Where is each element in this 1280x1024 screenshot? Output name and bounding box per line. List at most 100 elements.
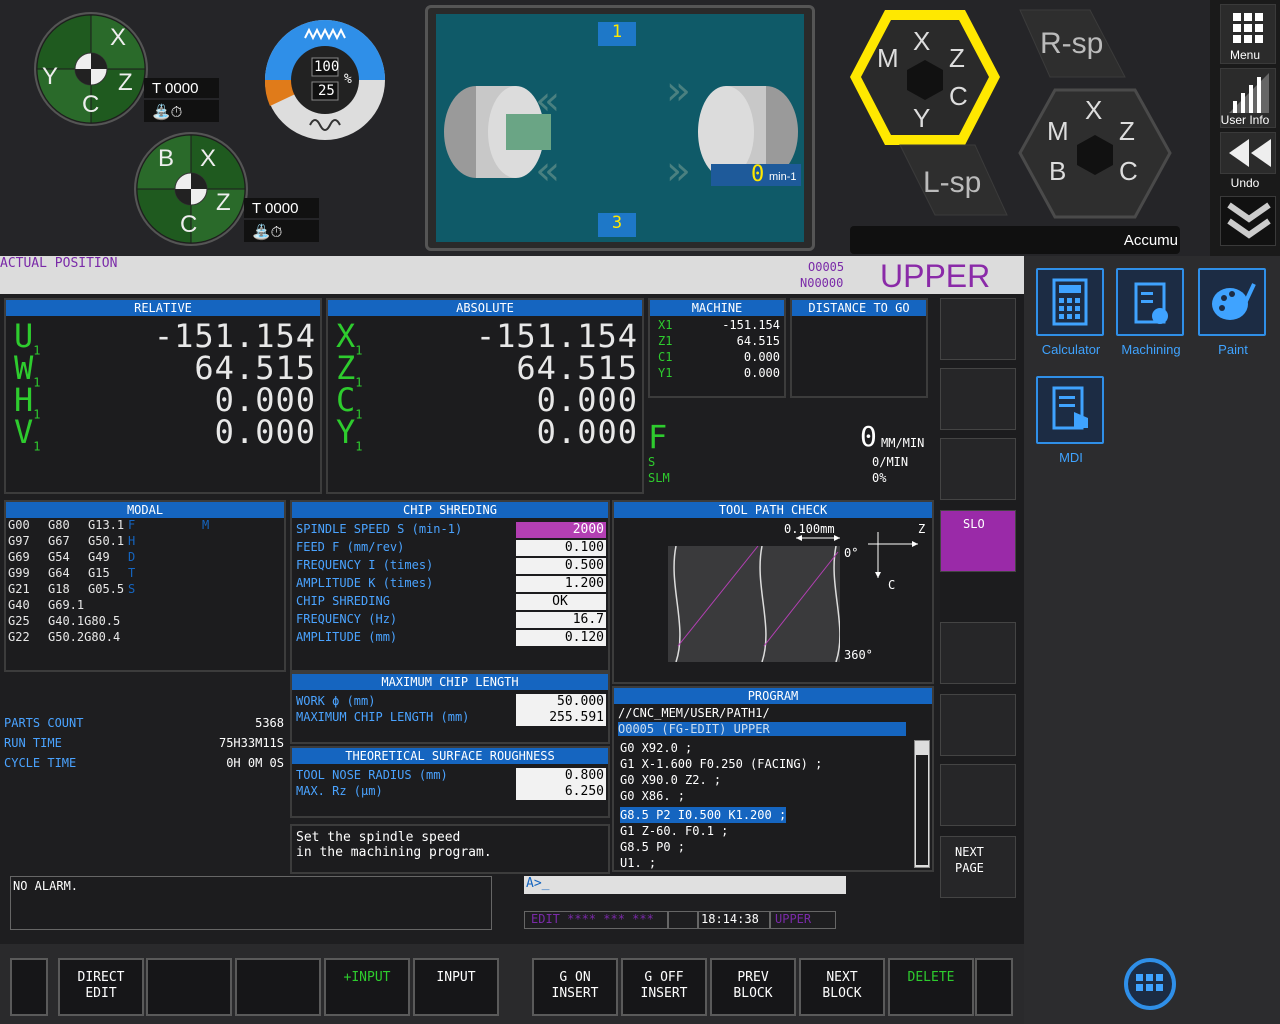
axis-ring-1[interactable]: X Y C Z — [34, 12, 224, 127]
param-row: FREQUENCY I (times) 0.500 — [292, 558, 608, 576]
program-selected-header[interactable]: O0005 (FG-EDIT) UPPER — [618, 722, 906, 736]
coolant-alarm-icon-1: ⛲⏱ — [152, 103, 183, 121]
param-field[interactable]: 0.120 — [516, 630, 606, 646]
position-row: U1 -151.154 — [14, 320, 316, 358]
tool-path-panel: TOOL PATH CHECK 0.100mm Z C 0° 360° — [612, 500, 934, 684]
right-toolbar: Menu User Info Undo — [1210, 0, 1280, 256]
hex-axis-selector-2[interactable]: X M Z B C — [1015, 85, 1175, 225]
param-label: MAXIMUM CHIP LENGTH (mm) — [296, 710, 470, 724]
edit-mode: EDIT **** *** *** — [524, 911, 668, 929]
app-grid-button[interactable] — [1124, 958, 1176, 1010]
paint-app[interactable]: Paint — [1198, 268, 1268, 357]
modal-code: G18 — [48, 582, 70, 596]
svg-text:C: C — [949, 81, 968, 111]
softkey-7[interactable]: G ON INSERT — [532, 958, 618, 1016]
machine-value: 0.000 — [743, 350, 780, 364]
param-field[interactable]: 50.000 — [516, 694, 606, 710]
param-field[interactable]: 6.250 — [516, 784, 606, 800]
side-softkey-6[interactable] — [940, 694, 1016, 756]
side-softkey-2[interactable] — [940, 368, 1016, 430]
modal-code: G05.5 — [88, 582, 125, 596]
param-field[interactable]: 16.7 — [516, 612, 606, 628]
scrollbar-track[interactable] — [916, 755, 928, 865]
position-row: C1 0.000 — [336, 384, 638, 422]
position-row: Y1 0.000 — [336, 416, 638, 454]
program-line[interactable]: G1 Z-60. F0.1 ; — [620, 823, 910, 839]
softkey-10[interactable]: NEXT BLOCK — [799, 958, 885, 1016]
path-name: UPPER — [880, 258, 991, 294]
slo-softkey[interactable]: SLO — [940, 510, 1016, 572]
param-label: CHIP SHREDING — [296, 594, 390, 608]
override-rapid-value: 25 — [318, 83, 335, 99]
softkey-3[interactable] — [146, 958, 232, 1016]
machine-value: 64.515 — [736, 334, 780, 348]
program-line[interactable]: G0 X90.0 Z2. ; — [620, 772, 910, 788]
hint-line-2: in the machining program. — [296, 845, 492, 860]
svg-text:X: X — [200, 145, 216, 172]
softkey-8[interactable]: G OFF INSERT — [621, 958, 707, 1016]
param-row: AMPLITUDE K (times) 1.200 — [292, 576, 608, 594]
key-input-buffer[interactable]: A>_ — [524, 876, 846, 894]
roughness-panel: THEORETICAL SURFACE ROUGHNESS TOOL NOSE … — [290, 746, 610, 818]
side-softkey-1[interactable] — [940, 298, 1016, 360]
palette-icon — [1212, 283, 1256, 320]
machine-row: X1 -151.154 — [658, 318, 780, 334]
softkey-11[interactable]: DELETE — [888, 958, 974, 1016]
next-page-softkey[interactable]: NEXT PAGE — [940, 836, 1016, 898]
softkey-4[interactable] — [235, 958, 321, 1016]
rsp-button[interactable]: R-sp — [1010, 5, 1130, 80]
param-field[interactable]: 255.591 — [516, 710, 606, 726]
axis-name: V1 — [14, 413, 41, 454]
turret-3-badge[interactable]: 3 — [598, 213, 636, 237]
svg-text:Y: Y — [913, 103, 930, 133]
modal-code: G69.1 — [48, 598, 85, 612]
hex-axis-selector-1[interactable]: X M Z Y C — [845, 5, 1005, 150]
param-field[interactable]: 2000 — [516, 522, 606, 538]
softkey-2[interactable]: DIRECT EDIT — [58, 958, 144, 1016]
param-field[interactable]: 0.800 — [516, 768, 606, 784]
mdi-app[interactable]: MDI — [1036, 376, 1106, 465]
undo-button[interactable] — [1220, 132, 1276, 174]
lsp-button[interactable]: L-sp — [895, 140, 1015, 220]
softkey-line-2: BLOCK — [733, 986, 773, 1001]
side-softkey-7[interactable] — [940, 764, 1016, 826]
param-label: AMPLITUDE K (times) — [296, 576, 434, 590]
side-softkey-3[interactable] — [940, 438, 1016, 500]
tool2-label: T 0000 — [252, 200, 299, 217]
machine-row: Y1 0.000 — [658, 366, 780, 382]
softkey-6[interactable]: INPUT — [413, 958, 499, 1016]
machine-value: 0.000 — [743, 366, 780, 380]
softkey-1[interactable] — [10, 958, 48, 1016]
softkey-9[interactable]: PREV BLOCK — [710, 958, 796, 1016]
spindle-label: S — [648, 455, 656, 469]
param-field[interactable]: 1.200 — [516, 576, 606, 592]
turret-1-badge[interactable]: 1 — [598, 22, 636, 46]
program-line[interactable]: U1. ; — [620, 855, 910, 871]
machining-app[interactable]: Machining — [1116, 268, 1186, 357]
program-line[interactable]: G0 X92.0 ; — [620, 740, 910, 756]
softkey-5[interactable]: +INPUT — [324, 958, 410, 1016]
collapse-button[interactable] — [1220, 196, 1276, 246]
calculator-app[interactable]: Calculator — [1036, 268, 1106, 357]
machine-axis: X1 — [658, 318, 673, 332]
program-line[interactable]: G1 X-1.600 F0.250 (FACING) ; — [620, 756, 910, 772]
absolute-panel: ABSOLUTE X1 -151.154 Z1 64.515 C1 0.000 Y1 0.00… — [326, 298, 644, 494]
param-field[interactable]: OK — [516, 594, 606, 610]
override-gauge[interactable] — [260, 18, 390, 143]
machine-row: C1 0.000 — [658, 350, 780, 366]
screen-title: ACTUAL POSITION — [0, 256, 118, 271]
program-scrollbar[interactable] — [914, 740, 930, 868]
program-line[interactable]: G8.5 P2 I0.500 K1.200 ; — [620, 807, 787, 823]
param-field[interactable]: 0.100 — [516, 540, 606, 556]
program-line[interactable]: G8.5 P0 ; — [620, 839, 910, 855]
svg-text:R-sp: R-sp — [1040, 27, 1103, 60]
param-field[interactable]: 0.500 — [516, 558, 606, 574]
side-softkey-5[interactable] — [940, 622, 1016, 684]
param-label: FREQUENCY (Hz) — [296, 612, 398, 626]
signal-bars-icon — [1229, 73, 1269, 113]
axis-ring-2[interactable]: B X Z C — [134, 132, 324, 247]
svg-text:C: C — [1119, 156, 1138, 186]
param-label: SPINDLE SPEED S (min-1) — [296, 522, 463, 536]
softkey-12[interactable] — [975, 958, 1013, 1016]
program-line[interactable]: G0 X86. ; — [620, 788, 910, 804]
